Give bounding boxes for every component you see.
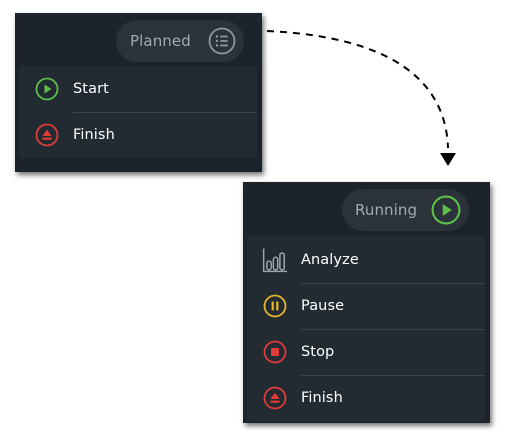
play-circle-icon: [431, 195, 461, 225]
list-icon: [208, 27, 236, 55]
status-label: Planned: [130, 32, 191, 50]
menu-item-finish[interactable]: Finish: [247, 375, 485, 421]
status-pill-planned[interactable]: Planned: [116, 20, 244, 62]
eject-circle-icon: [35, 123, 59, 147]
menu-item-label: Stop: [301, 344, 335, 360]
menu-item-finish[interactable]: Finish: [19, 112, 257, 158]
planned-state-panel: Planned Start Finish: [15, 13, 262, 172]
menu-item-analyze[interactable]: Analyze: [247, 237, 485, 283]
pause-circle-icon: [263, 294, 287, 318]
eject-circle-icon: [263, 386, 287, 410]
stop-circle-icon: [263, 340, 287, 364]
transition-arrow-head: [440, 153, 456, 166]
menu-item-label: Start: [73, 81, 109, 97]
bar-chart-icon: [262, 248, 287, 273]
menu-item-label: Finish: [73, 127, 115, 143]
menu-item-label: Analyze: [301, 252, 359, 268]
status-label: Running: [355, 201, 418, 219]
transition-arrow-line: [266, 30, 449, 149]
menu-item-start[interactable]: Start: [19, 66, 257, 112]
running-actions-menu: Analyze Pause Stop Finish: [247, 237, 485, 421]
menu-item-stop[interactable]: Stop: [247, 329, 485, 375]
status-pill-running[interactable]: Running: [342, 189, 469, 231]
menu-item-label: Finish: [301, 390, 343, 406]
play-circle-icon: [35, 77, 59, 101]
running-state-panel: Running Analyze Pause Stop Finish: [243, 182, 490, 423]
menu-item-label: Pause: [301, 298, 345, 314]
planned-actions-menu: Start Finish: [19, 66, 257, 158]
menu-item-pause[interactable]: Pause: [247, 283, 485, 329]
